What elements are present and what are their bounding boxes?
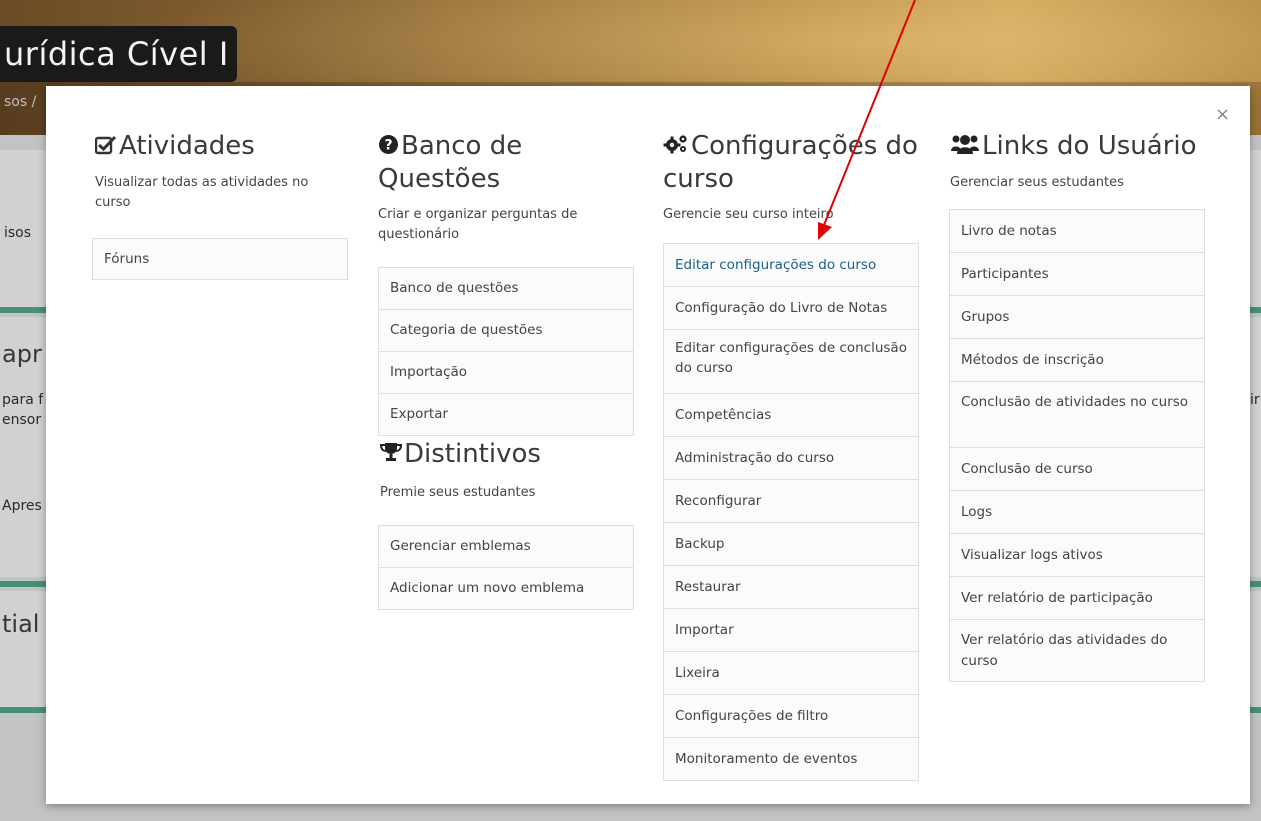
question-bank-heading: ? Banco de Questões bbox=[378, 130, 633, 195]
user-links-list: Livro de notas Participantes Grupos Méto… bbox=[949, 209, 1205, 682]
question-bank-title: Banco de Questões bbox=[378, 131, 523, 194]
question-circle-icon: ? bbox=[378, 131, 399, 163]
live-logs-item[interactable]: Visualizar logs ativos bbox=[950, 533, 1204, 576]
trophy-icon bbox=[379, 439, 403, 471]
course-settings-description: Gerencie seu curso inteiro bbox=[663, 207, 834, 222]
groups-item[interactable]: Grupos bbox=[950, 295, 1204, 338]
course-settings-heading: Configurações do curso bbox=[663, 130, 923, 195]
badges-list: Gerenciar emblemas Adicionar um novo emb… bbox=[378, 525, 634, 610]
import-item[interactable]: Importar bbox=[664, 608, 918, 651]
user-links-description: Gerenciar seus estudantes bbox=[950, 175, 1124, 190]
manage-badges-item[interactable]: Gerenciar emblemas bbox=[379, 526, 633, 567]
question-bank-section: ? Banco de Questões Criar e organizar pe… bbox=[378, 130, 633, 245]
question-bank-description: Criar e organizar perguntas de questioná… bbox=[378, 207, 578, 242]
course-settings-list: Editar configurações do curso Configuraç… bbox=[663, 243, 919, 781]
course-settings-title: Configurações do curso bbox=[663, 131, 918, 194]
add-badge-item[interactable]: Adicionar um novo emblema bbox=[379, 567, 633, 609]
enrolment-methods-item[interactable]: Métodos de inscrição bbox=[950, 338, 1204, 381]
question-import-item[interactable]: Importação bbox=[379, 351, 633, 393]
activities-section: Atividades Visualizar todas as atividade… bbox=[94, 130, 350, 213]
edit-course-settings-item[interactable]: Editar configurações do curso bbox=[664, 244, 918, 286]
checkbox-icon bbox=[94, 131, 117, 163]
course-completion-settings-item[interactable]: Editar configurações de conclusão do cur… bbox=[664, 329, 918, 393]
activities-list: Fóruns bbox=[92, 238, 348, 280]
course-settings-section: Configurações do curso Gerencie seu curs… bbox=[663, 130, 923, 225]
activities-description: Visualizar todas as atividades no curso bbox=[95, 175, 309, 210]
badges-title: Distintivos bbox=[404, 439, 541, 469]
svg-text:?: ? bbox=[384, 138, 392, 154]
close-button[interactable]: × bbox=[1215, 104, 1230, 125]
activity-completion-item[interactable]: Conclusão de atividades no curso bbox=[950, 381, 1204, 447]
user-links-heading: Links do Usuário bbox=[950, 130, 1220, 163]
course-title: urídica Cível I bbox=[0, 26, 237, 82]
question-bank-list: Banco de questões Categoria de questões … bbox=[378, 267, 634, 436]
activities-title: Atividades bbox=[119, 131, 255, 161]
activities-heading: Atividades bbox=[94, 130, 350, 163]
badges-heading: Distintivos bbox=[379, 438, 635, 471]
question-categories-item[interactable]: Categoria de questões bbox=[379, 309, 633, 351]
question-bank-item[interactable]: Banco de questões bbox=[379, 268, 633, 309]
gradebook-item[interactable]: Livro de notas bbox=[950, 210, 1204, 252]
cogs-icon bbox=[663, 131, 689, 163]
activities-item-forums[interactable]: Fóruns bbox=[93, 239, 347, 279]
competencies-item[interactable]: Competências bbox=[664, 393, 918, 436]
filter-settings-item[interactable]: Configurações de filtro bbox=[664, 694, 918, 737]
badges-description: Premie seus estudantes bbox=[380, 485, 536, 500]
participation-report-item[interactable]: Ver relatório de participação bbox=[950, 576, 1204, 619]
users-icon bbox=[950, 131, 980, 163]
course-completion-item[interactable]: Conclusão de curso bbox=[950, 447, 1204, 490]
badges-section: Distintivos Premie seus estudantes bbox=[379, 438, 635, 503]
logs-item[interactable]: Logs bbox=[950, 490, 1204, 533]
reset-item[interactable]: Reconfigurar bbox=[664, 479, 918, 522]
recycle-bin-item[interactable]: Lixeira bbox=[664, 651, 918, 694]
course-administration-item[interactable]: Administração do curso bbox=[664, 436, 918, 479]
gradebook-setup-item[interactable]: Configuração do Livro de Notas bbox=[664, 286, 918, 329]
backup-item[interactable]: Backup bbox=[664, 522, 918, 565]
participants-item[interactable]: Participantes bbox=[950, 252, 1204, 295]
event-monitoring-item[interactable]: Monitoramento de eventos bbox=[664, 737, 918, 780]
user-links-section: Links do Usuário Gerenciar seus estudant… bbox=[950, 130, 1220, 193]
restore-item[interactable]: Restaurar bbox=[664, 565, 918, 608]
question-export-item[interactable]: Exportar bbox=[379, 393, 633, 435]
activity-report-item[interactable]: Ver relatório das atividades do curso bbox=[950, 619, 1204, 681]
user-links-title: Links do Usuário bbox=[982, 131, 1197, 161]
